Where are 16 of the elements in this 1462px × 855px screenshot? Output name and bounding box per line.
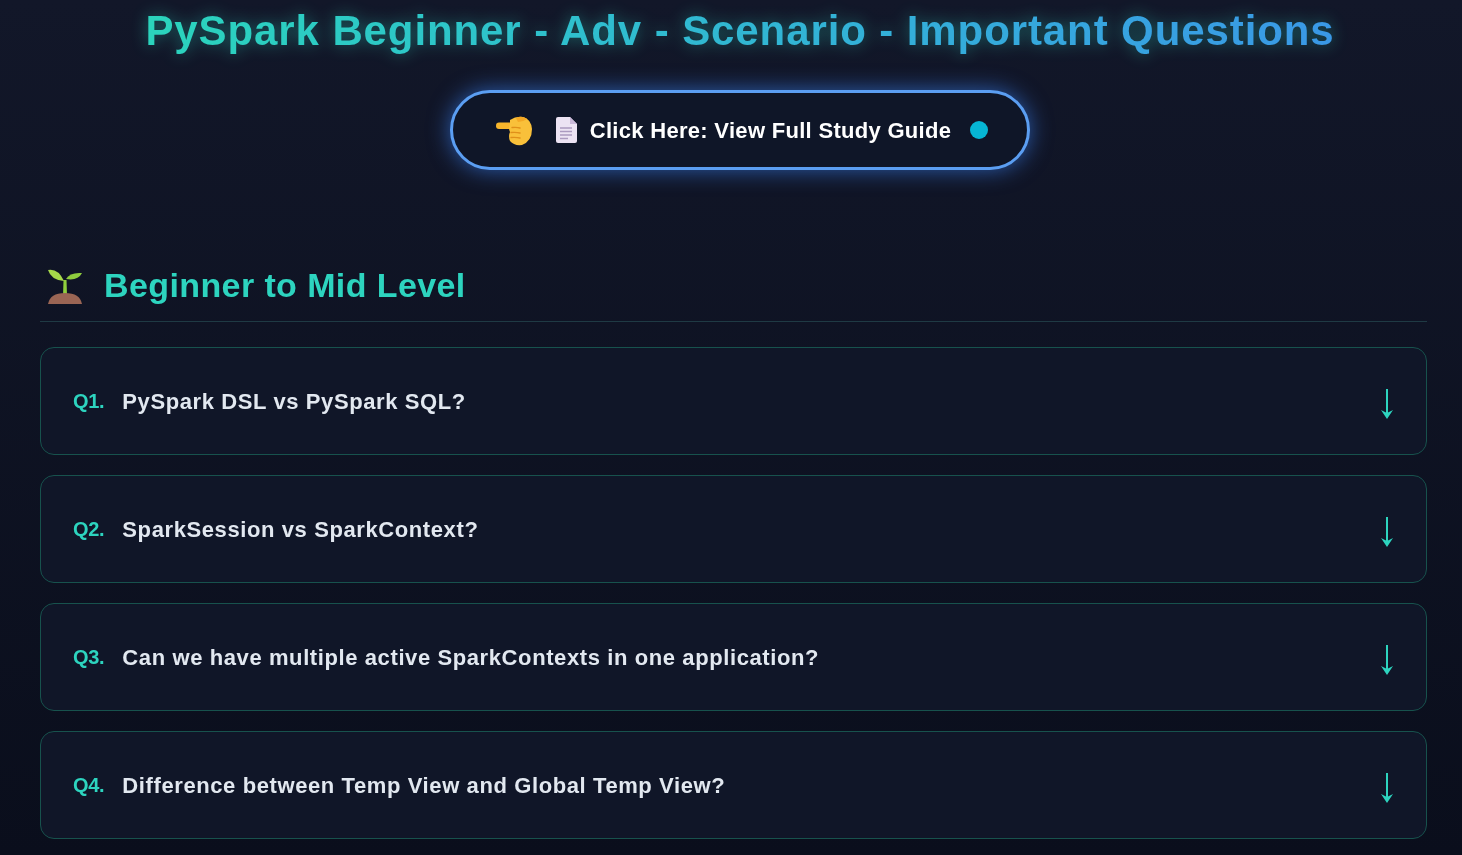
question-card[interactable]: Q4. Difference between Temp View and Global Temp View?	[40, 731, 1427, 839]
study-guide-button[interactable]: Click Here: View Full Study Guide	[450, 90, 1030, 170]
question-number: Q2.	[73, 517, 105, 542]
question-number: Q1.	[73, 389, 105, 414]
document-icon	[555, 117, 577, 143]
question-text: PySpark DSL vs PySpark SQL?	[122, 387, 467, 416]
question-text: Difference between Temp View and Global Temp View?	[122, 771, 727, 800]
question-number: Q4.	[73, 773, 105, 798]
question-text: Can we have multiple active SparkContexts in one application?	[122, 643, 821, 672]
question-card[interactable]: Q1. PySpark DSL vs PySpark SQL?	[40, 347, 1427, 455]
question-text: SparkSession vs SparkContext?	[122, 515, 480, 544]
question-card[interactable]: Q3. Can we have multiple active SparkContexts in one application?	[40, 603, 1427, 711]
question-number: Q3.	[73, 645, 105, 670]
question-card[interactable]: Q2. SparkSession vs SparkContext?	[40, 475, 1427, 583]
section-heading: Beginner to Mid Level	[104, 264, 466, 306]
pointing-hand-icon	[495, 114, 532, 146]
